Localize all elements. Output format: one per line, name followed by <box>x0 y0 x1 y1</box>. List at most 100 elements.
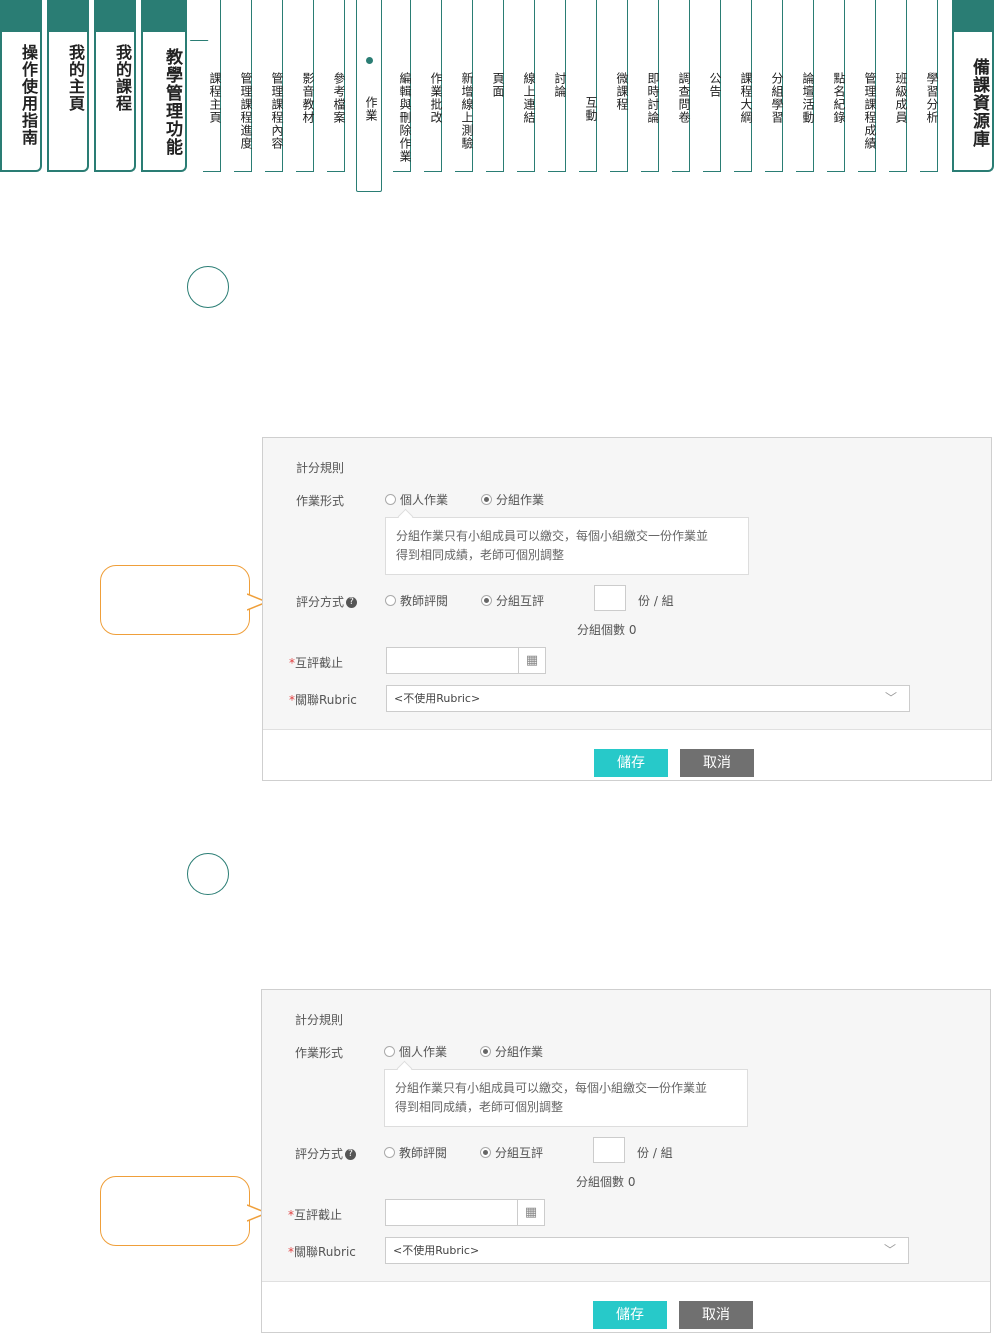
subtab-page[interactable]: 頁面 <box>486 0 505 172</box>
subtab-label: 互動 <box>584 96 598 122</box>
subtab-attendance[interactable]: 點名紀錄 <box>827 0 846 172</box>
chevron-down-icon: ﹀ <box>883 1243 896 1257</box>
subtab-label: 課程大綱 <box>739 72 753 124</box>
grading-method-label: 評分方式? <box>296 593 358 610</box>
step-circle <box>187 853 229 895</box>
subtab-content[interactable]: 管理課程內容 <box>265 0 284 172</box>
calendar-icon[interactable]: ▦ <box>518 648 545 673</box>
radio-individual[interactable]: 個人作業 <box>385 491 448 508</box>
note-line: 分組作業只有小組成員可以繳交，每個小組繳交一份作業並 <box>396 529 709 543</box>
subtab-label: 課程主頁 <box>208 72 222 124</box>
subtab-edit-delete[interactable]: 編輯與刪除作業 <box>393 0 412 172</box>
subtab-label: 公告 <box>708 72 722 98</box>
per-group-suffix: 份 / 組 <box>637 1146 673 1160</box>
rubric-select[interactable]: <不使用Rubric> ﹀ <box>385 1237 909 1264</box>
section-title: 計分規則 <box>296 461 345 475</box>
group-note: 分組作業只有小組成員可以繳交，每個小組繳交一份作業並 得到相同成績，老師可個別調… <box>385 517 749 575</box>
subtab-video[interactable]: 影音教材 <box>296 0 315 172</box>
grading-method-label: 評分方式? <box>295 1145 357 1162</box>
radio-label: 分組互評 <box>495 1146 544 1160</box>
subtab-label: 頁面 <box>491 72 505 98</box>
tab-label: 我的課程 <box>113 44 132 112</box>
rubric-label-text: 關聯Rubric <box>295 693 357 707</box>
radio-group[interactable]: 分組作業 <box>480 1043 543 1060</box>
subtab-label: 影音教材 <box>301 72 315 124</box>
subtab-new-quiz[interactable]: 新增線上測驗 <box>455 0 474 172</box>
peer-deadline-text: 互評截止 <box>294 1208 343 1222</box>
radio-individual[interactable]: 個人作業 <box>384 1043 447 1060</box>
radio-circle <box>385 494 396 505</box>
rubric-value: <不使用Rubric> <box>393 1244 480 1257</box>
help-icon[interactable]: ? <box>345 1149 357 1160</box>
radio-label: 分組作業 <box>495 1045 544 1059</box>
tab-teaching-management[interactable]: 教學管理功能 <box>141 0 187 172</box>
note-line: 得到相同成績，老師可個別調整 <box>395 1100 564 1114</box>
radio-teacher-review[interactable]: 教師評閱 <box>385 592 448 609</box>
tab-cap <box>954 0 992 32</box>
tab-label: 教學管理功能 <box>162 48 182 156</box>
radio-label: 教師評閱 <box>399 1146 448 1160</box>
subtab-progress[interactable]: 管理課程進度 <box>234 0 253 172</box>
subtab-survey[interactable]: 調查問卷 <box>672 0 691 172</box>
peer-deadline-label: *互評截止 <box>288 1206 342 1223</box>
group-count: 分組個數 0 <box>576 1175 636 1189</box>
tab-label: 操作使用指南 <box>19 44 38 146</box>
chevron-down-icon: ﹀ <box>884 691 897 705</box>
radio-circle <box>481 595 492 606</box>
step-circle <box>187 266 229 308</box>
subtab-live-discussion[interactable]: 即時討論 <box>641 0 660 172</box>
subtab-files[interactable]: 參考檔案 <box>327 0 346 172</box>
subtab-course-home[interactable]: 課程主頁 <box>203 0 222 172</box>
radio-label: 個人作業 <box>399 1045 448 1059</box>
radio-circle <box>481 494 492 505</box>
subtab-analytics[interactable]: 學習分析 <box>920 0 939 172</box>
tab-resource-library[interactable]: 備課資源庫 <box>952 0 994 172</box>
radio-group[interactable]: 分組作業 <box>481 491 544 508</box>
radio-circle <box>384 1147 395 1158</box>
radio-teacher-review[interactable]: 教師評閱 <box>384 1144 447 1161</box>
subtab-grades[interactable]: 管理課程成績 <box>858 0 877 172</box>
per-group-input[interactable] <box>594 585 626 611</box>
grading-label-text: 評分方式 <box>296 595 345 609</box>
subtab-grading[interactable]: 作業批改 <box>424 0 443 172</box>
tab-label: 我的主頁 <box>66 44 85 112</box>
peer-deadline-input[interactable]: ▦ <box>385 1199 545 1226</box>
subtab-forum[interactable]: 論壇活動 <box>796 0 815 172</box>
subtab-links[interactable]: 線上連結 <box>517 0 536 172</box>
subtab-label: 班級成員 <box>894 72 908 124</box>
subtab-interaction[interactable]: 互動 <box>579 0 598 172</box>
group-note: 分組作業只有小組成員可以繳交，每個小組繳交一份作業並 得到相同成績，老師可個別調… <box>384 1069 748 1127</box>
rubric-label: *關聯Rubric <box>288 1243 356 1260</box>
subtab-announcement[interactable]: 公告 <box>703 0 722 172</box>
subtab-discussion[interactable]: 討論 <box>548 0 567 172</box>
save-button[interactable]: 儲存 <box>594 749 668 777</box>
subtab-assignment[interactable]: 作業 <box>356 0 382 192</box>
grading-label-text: 評分方式 <box>295 1147 344 1161</box>
rubric-select[interactable]: <不使用Rubric> ﹀ <box>386 685 910 712</box>
cancel-button[interactable]: 取消 <box>680 749 754 777</box>
calendar-icon[interactable]: ▦ <box>517 1200 544 1225</box>
note-line: 分組作業只有小組成員可以繳交，每個小組繳交一份作業並 <box>395 1081 708 1095</box>
tab-my-home[interactable]: 我的主頁 <box>47 0 89 172</box>
subtab-members[interactable]: 班級成員 <box>889 0 908 172</box>
rubric-label: *關聯Rubric <box>289 691 357 708</box>
cancel-button[interactable]: 取消 <box>679 1301 753 1329</box>
per-group-input[interactable] <box>593 1137 625 1163</box>
radio-peer-review[interactable]: 分組互評 <box>481 592 544 609</box>
save-button[interactable]: 儲存 <box>593 1301 667 1329</box>
tab-my-courses[interactable]: 我的課程 <box>94 0 136 172</box>
subtab-label: 學習分析 <box>925 72 939 124</box>
radio-label: 教師評閱 <box>400 594 449 608</box>
subtab-label: 論壇活動 <box>801 72 815 124</box>
subtab-micro-course[interactable]: 微課程 <box>610 0 629 172</box>
subtab-label: 微課程 <box>615 72 629 111</box>
radio-peer-review[interactable]: 分組互評 <box>480 1144 543 1161</box>
radio-label: 個人作業 <box>400 493 449 507</box>
help-icon[interactable]: ? <box>346 597 358 608</box>
subtab-syllabus[interactable]: 課程大綱 <box>734 0 753 172</box>
subtab-label: 編輯與刪除作業 <box>398 72 412 163</box>
tab-guide[interactable]: 操作使用指南 <box>0 0 42 172</box>
section-title: 計分規則 <box>295 1013 344 1027</box>
subtab-group-learning[interactable]: 分組學習 <box>765 0 784 172</box>
peer-deadline-input[interactable]: ▦ <box>386 647 546 674</box>
